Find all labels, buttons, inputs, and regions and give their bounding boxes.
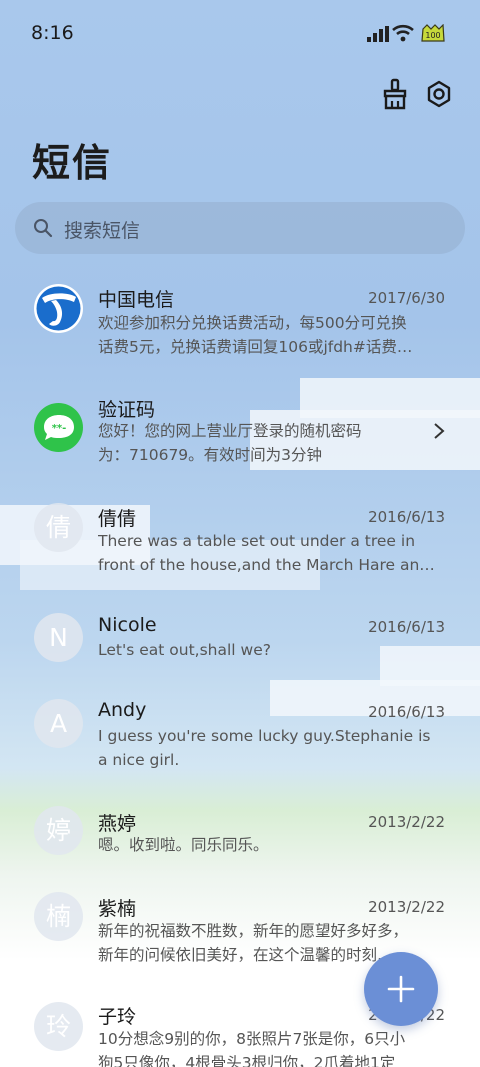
message-date: 2013/2/22 — [368, 813, 445, 831]
wifi-icon — [392, 24, 414, 42]
conversation-item[interactable]: A Andy 2016/6/13 I guess you're some luc… — [0, 696, 480, 786]
chevron-right-icon[interactable] — [432, 422, 446, 440]
message-preview: 10分想念9别的你，8张照片7张是你，6只小 狗5只像你，4根骨头3根归你，2爪… — [98, 1027, 443, 1067]
new-message-button[interactable] — [364, 952, 438, 1026]
preview-line: 狗5只像你，4根骨头3根归你，2爪着地1定 — [98, 1054, 396, 1067]
battery-icon: 100 — [421, 24, 445, 42]
avatar: 玲 — [34, 1002, 83, 1051]
china-telecom-logo — [34, 284, 83, 333]
contact-name: Andy — [98, 699, 147, 721]
search-icon — [34, 219, 53, 238]
message-date: 2016/6/13 — [368, 618, 445, 636]
preview-line: I guess you're some lucky guy.Stephanie … — [98, 727, 431, 745]
preview-line: 嗯。收到啦。同乐同乐。 — [98, 836, 269, 854]
contact-name: 燕婷 — [98, 813, 137, 835]
settings-icon[interactable] — [424, 78, 454, 110]
page-title: 短信 — [32, 141, 113, 185]
message-preview: 您好！您的网上营业厅登录的随机密码 为：710679。有效时间为3分钟 — [98, 419, 398, 467]
message-preview: 欢迎参加积分兑换话费活动，每500分可兑换 话费5元，兑换话费请回复106或jf… — [98, 311, 443, 359]
contact-name: 验证码 — [98, 399, 156, 421]
avatar: 倩 — [34, 503, 83, 552]
preview-line: a nice girl. — [98, 751, 180, 769]
preview-line: 您好！您的网上营业厅登录的随机密码 — [98, 422, 362, 440]
conversation-item[interactable]: 倩 倩倩 2016/6/13 There was a table set out… — [0, 500, 480, 590]
search-placeholder: 搜索短信 — [64, 220, 141, 242]
contact-name: 子玲 — [98, 1006, 137, 1028]
avatar: 婷 — [34, 806, 83, 855]
plus-icon — [387, 975, 415, 1003]
message-date: 2013/2/22 — [368, 898, 445, 916]
contact-name: 紫楠 — [98, 898, 137, 920]
broom-icon[interactable] — [380, 78, 410, 110]
conversation-item[interactable]: **- 验证码 您好！您的网上营业厅登录的随机密码 为：710679。有效时间为… — [0, 390, 480, 480]
preview-line: 10分想念9别的你，8张照片7张是你，6只小 — [98, 1030, 406, 1048]
message-preview: There was a table set out under a tree i… — [98, 529, 443, 577]
preview-line: Let's eat out,shall we? — [98, 641, 271, 659]
svg-text:**-: **- — [52, 423, 67, 434]
preview-line: 为：710679。有效时间为3分钟 — [98, 446, 323, 464]
message-date: 2017/6/30 — [368, 289, 445, 307]
message-date: 2016/6/13 — [368, 508, 445, 526]
conversation-item[interactable]: N Nicole 2016/6/13 Let's eat out,shall w… — [0, 610, 480, 680]
conversation-item[interactable]: 中国电信 2017/6/30 欢迎参加积分兑换话费活动，每500分可兑换 话费5… — [0, 280, 480, 370]
status-time: 8:16 — [31, 22, 74, 44]
message-preview: I guess you're some lucky guy.Stephanie … — [98, 724, 443, 772]
signal-icon — [367, 26, 389, 42]
avatar: 楠 — [34, 892, 83, 941]
preview-line: 新年的祝福数不胜数，新年的愿望好多好多， — [98, 922, 409, 940]
avatar: A — [34, 699, 83, 748]
contact-name: Nicole — [98, 614, 157, 636]
message-bubble-icon: **- — [34, 403, 83, 452]
message-preview: Let's eat out,shall we? — [98, 638, 443, 662]
preview-line: There was a table set out under a tree i… — [98, 532, 416, 550]
preview-line: 话费5元，兑换话费请回复106或jfdh#话费… — [98, 338, 413, 356]
preview-line: 欢迎参加积分兑换话费活动，每500分可兑换 — [98, 314, 407, 332]
contact-name: 中国电信 — [98, 289, 175, 311]
battery-level: 100 — [425, 31, 440, 40]
message-preview: 嗯。收到啦。同乐同乐。 — [98, 833, 443, 857]
status-bar: 8:16 100 — [0, 0, 480, 66]
message-date: 2016/6/13 — [368, 703, 445, 721]
contact-name: 倩倩 — [98, 508, 137, 530]
preview-line: front of the house,and the March Hare an… — [98, 556, 435, 574]
search-bar[interactable]: 搜索短信 — [15, 202, 465, 254]
conversation-item[interactable]: 婷 燕婷 2013/2/22 嗯。收到啦。同乐同乐。 — [0, 806, 480, 876]
avatar: N — [34, 613, 83, 662]
